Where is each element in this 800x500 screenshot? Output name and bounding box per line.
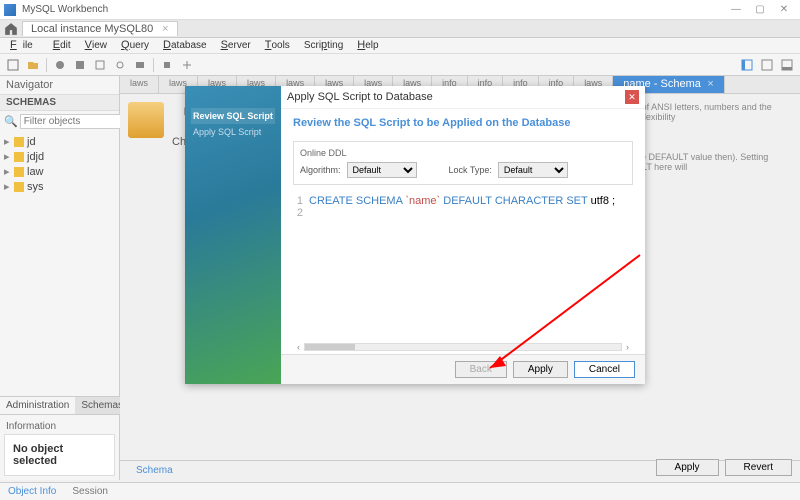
tb-btn-8[interactable] bbox=[158, 56, 176, 74]
tb-btn-6[interactable] bbox=[111, 56, 129, 74]
tab-object-info[interactable]: Object Info bbox=[0, 483, 64, 500]
navigator-tabs: Administration Schemas bbox=[0, 396, 119, 414]
schema-item-law[interactable]: ▸law bbox=[4, 164, 115, 179]
horizontal-scrollbar[interactable]: ‹ › bbox=[281, 340, 645, 354]
algorithm-select[interactable]: Default bbox=[347, 162, 417, 178]
schema-filter: 🔍 bbox=[4, 114, 115, 129]
tb-btn-5[interactable] bbox=[91, 56, 109, 74]
window-title: MySQL Workbench bbox=[22, 4, 724, 15]
apply-script-dialog: Review SQL Script Apply SQL Script Apply… bbox=[185, 86, 645, 384]
connection-tab-label: Local instance MySQL80 bbox=[31, 23, 153, 35]
dialog-title: Apply SQL Script to Database bbox=[287, 91, 625, 103]
editor-revert-button[interactable]: Revert bbox=[725, 459, 792, 476]
open-sql-button[interactable] bbox=[24, 56, 42, 74]
home-tab[interactable] bbox=[4, 22, 18, 36]
tab-administration[interactable]: Administration bbox=[0, 397, 75, 414]
menu-tools[interactable]: Tools bbox=[259, 38, 296, 53]
online-ddl-group: Online DDL Algorithm: Default Lock Type:… bbox=[293, 141, 633, 185]
tab-schema[interactable]: Schema bbox=[126, 463, 183, 478]
dialog-sidebar: Review SQL Script Apply SQL Script bbox=[185, 86, 281, 384]
menu-scripting[interactable]: Scripting bbox=[298, 38, 349, 53]
tb-panel-toggle-1[interactable] bbox=[738, 56, 756, 74]
information-panel: Information No object selected bbox=[0, 414, 119, 480]
new-sql-tab-button[interactable] bbox=[4, 56, 22, 74]
schema-tree: ▸jd ▸jdjd ▸law ▸sys bbox=[0, 132, 119, 196]
tb-panel-toggle-3[interactable] bbox=[778, 56, 796, 74]
online-ddl-legend: Online DDL bbox=[300, 148, 626, 158]
information-header: Information bbox=[4, 419, 115, 434]
home-icon bbox=[4, 22, 18, 36]
scroll-right-icon[interactable]: › bbox=[622, 342, 633, 352]
menu-edit[interactable]: Edit bbox=[47, 38, 77, 53]
toolbar bbox=[0, 54, 800, 76]
connection-tabbar: Local instance MySQL80 × bbox=[0, 20, 800, 38]
menu-server[interactable]: Server bbox=[215, 38, 257, 53]
menu-help[interactable]: Help bbox=[351, 38, 384, 53]
app-icon bbox=[4, 4, 16, 16]
locktype-label: Lock Type: bbox=[449, 165, 492, 175]
tb-btn-9[interactable] bbox=[178, 56, 196, 74]
dialog-close-button[interactable]: ✕ bbox=[625, 90, 639, 104]
footer-tabs: Object Info Session bbox=[0, 482, 800, 500]
menu-database[interactable]: Database bbox=[157, 38, 213, 53]
information-body: No object selected bbox=[4, 434, 115, 476]
back-button: Back bbox=[455, 361, 507, 378]
menu-view[interactable]: View bbox=[79, 38, 113, 53]
tb-panel-toggle-2[interactable] bbox=[758, 56, 776, 74]
scroll-left-icon[interactable]: ‹ bbox=[293, 342, 304, 352]
sql-preview[interactable]: 1 CREATE SCHEMA `name` DEFAULT CHARACTER… bbox=[293, 191, 633, 223]
menu-query[interactable]: Query bbox=[115, 38, 155, 53]
cancel-button[interactable]: Cancel bbox=[574, 361, 635, 378]
window-titlebar: MySQL Workbench — ▢ ✕ bbox=[0, 0, 800, 20]
dialog-body: Apply SQL Script to Database ✕ Review th… bbox=[281, 86, 645, 384]
schema-item-sys[interactable]: ▸sys bbox=[4, 179, 115, 194]
locktype-select[interactable]: Default bbox=[498, 162, 568, 178]
algorithm-label: Algorithm: bbox=[300, 165, 341, 175]
connection-tab-close[interactable]: × bbox=[162, 23, 168, 35]
apply-button[interactable]: Apply bbox=[513, 361, 568, 378]
step-apply: Apply SQL Script bbox=[191, 124, 275, 140]
schema-item-jd[interactable]: ▸jd bbox=[4, 134, 115, 149]
editor-apply-button[interactable]: Apply bbox=[656, 459, 719, 476]
line-number-1: 1 bbox=[293, 195, 309, 207]
menubar: File Edit View Query Database Server Too… bbox=[0, 38, 800, 54]
editor-action-buttons: Apply Revert bbox=[656, 459, 792, 476]
schema-icon bbox=[128, 102, 164, 138]
connection-tab[interactable]: Local instance MySQL80 × bbox=[22, 21, 178, 36]
no-object-text: No object selected bbox=[13, 443, 63, 467]
navigator-title: Navigator bbox=[6, 79, 53, 91]
line-number-2: 2 bbox=[293, 207, 309, 219]
maximize-button[interactable]: ▢ bbox=[748, 4, 772, 15]
tb-btn-3[interactable] bbox=[51, 56, 69, 74]
close-window-button[interactable]: ✕ bbox=[772, 4, 796, 15]
search-icon: 🔍 bbox=[4, 115, 18, 128]
navigator-header: Navigator bbox=[0, 76, 119, 94]
tb-btn-7[interactable] bbox=[131, 56, 149, 74]
tb-btn-4[interactable] bbox=[71, 56, 89, 74]
dialog-subheader: Review the SQL Script to be Applied on t… bbox=[281, 109, 645, 137]
schemas-section-label: SCHEMAS bbox=[0, 94, 119, 111]
dialog-buttons: Back Apply Cancel bbox=[281, 354, 645, 384]
step-review: Review SQL Script bbox=[191, 108, 275, 124]
doctab-close-icon[interactable]: × bbox=[707, 78, 713, 90]
scroll-thumb[interactable] bbox=[305, 344, 355, 350]
menu-file[interactable]: File bbox=[4, 38, 45, 53]
navigator-panel: Navigator SCHEMAS 🔍 ▸jd ▸jdjd ▸law ▸sys … bbox=[0, 76, 120, 480]
schema-item-jdjd[interactable]: ▸jdjd bbox=[4, 149, 115, 164]
doctab-0[interactable]: laws bbox=[120, 76, 159, 93]
tab-session[interactable]: Session bbox=[64, 483, 116, 500]
minimize-button[interactable]: — bbox=[724, 4, 748, 15]
